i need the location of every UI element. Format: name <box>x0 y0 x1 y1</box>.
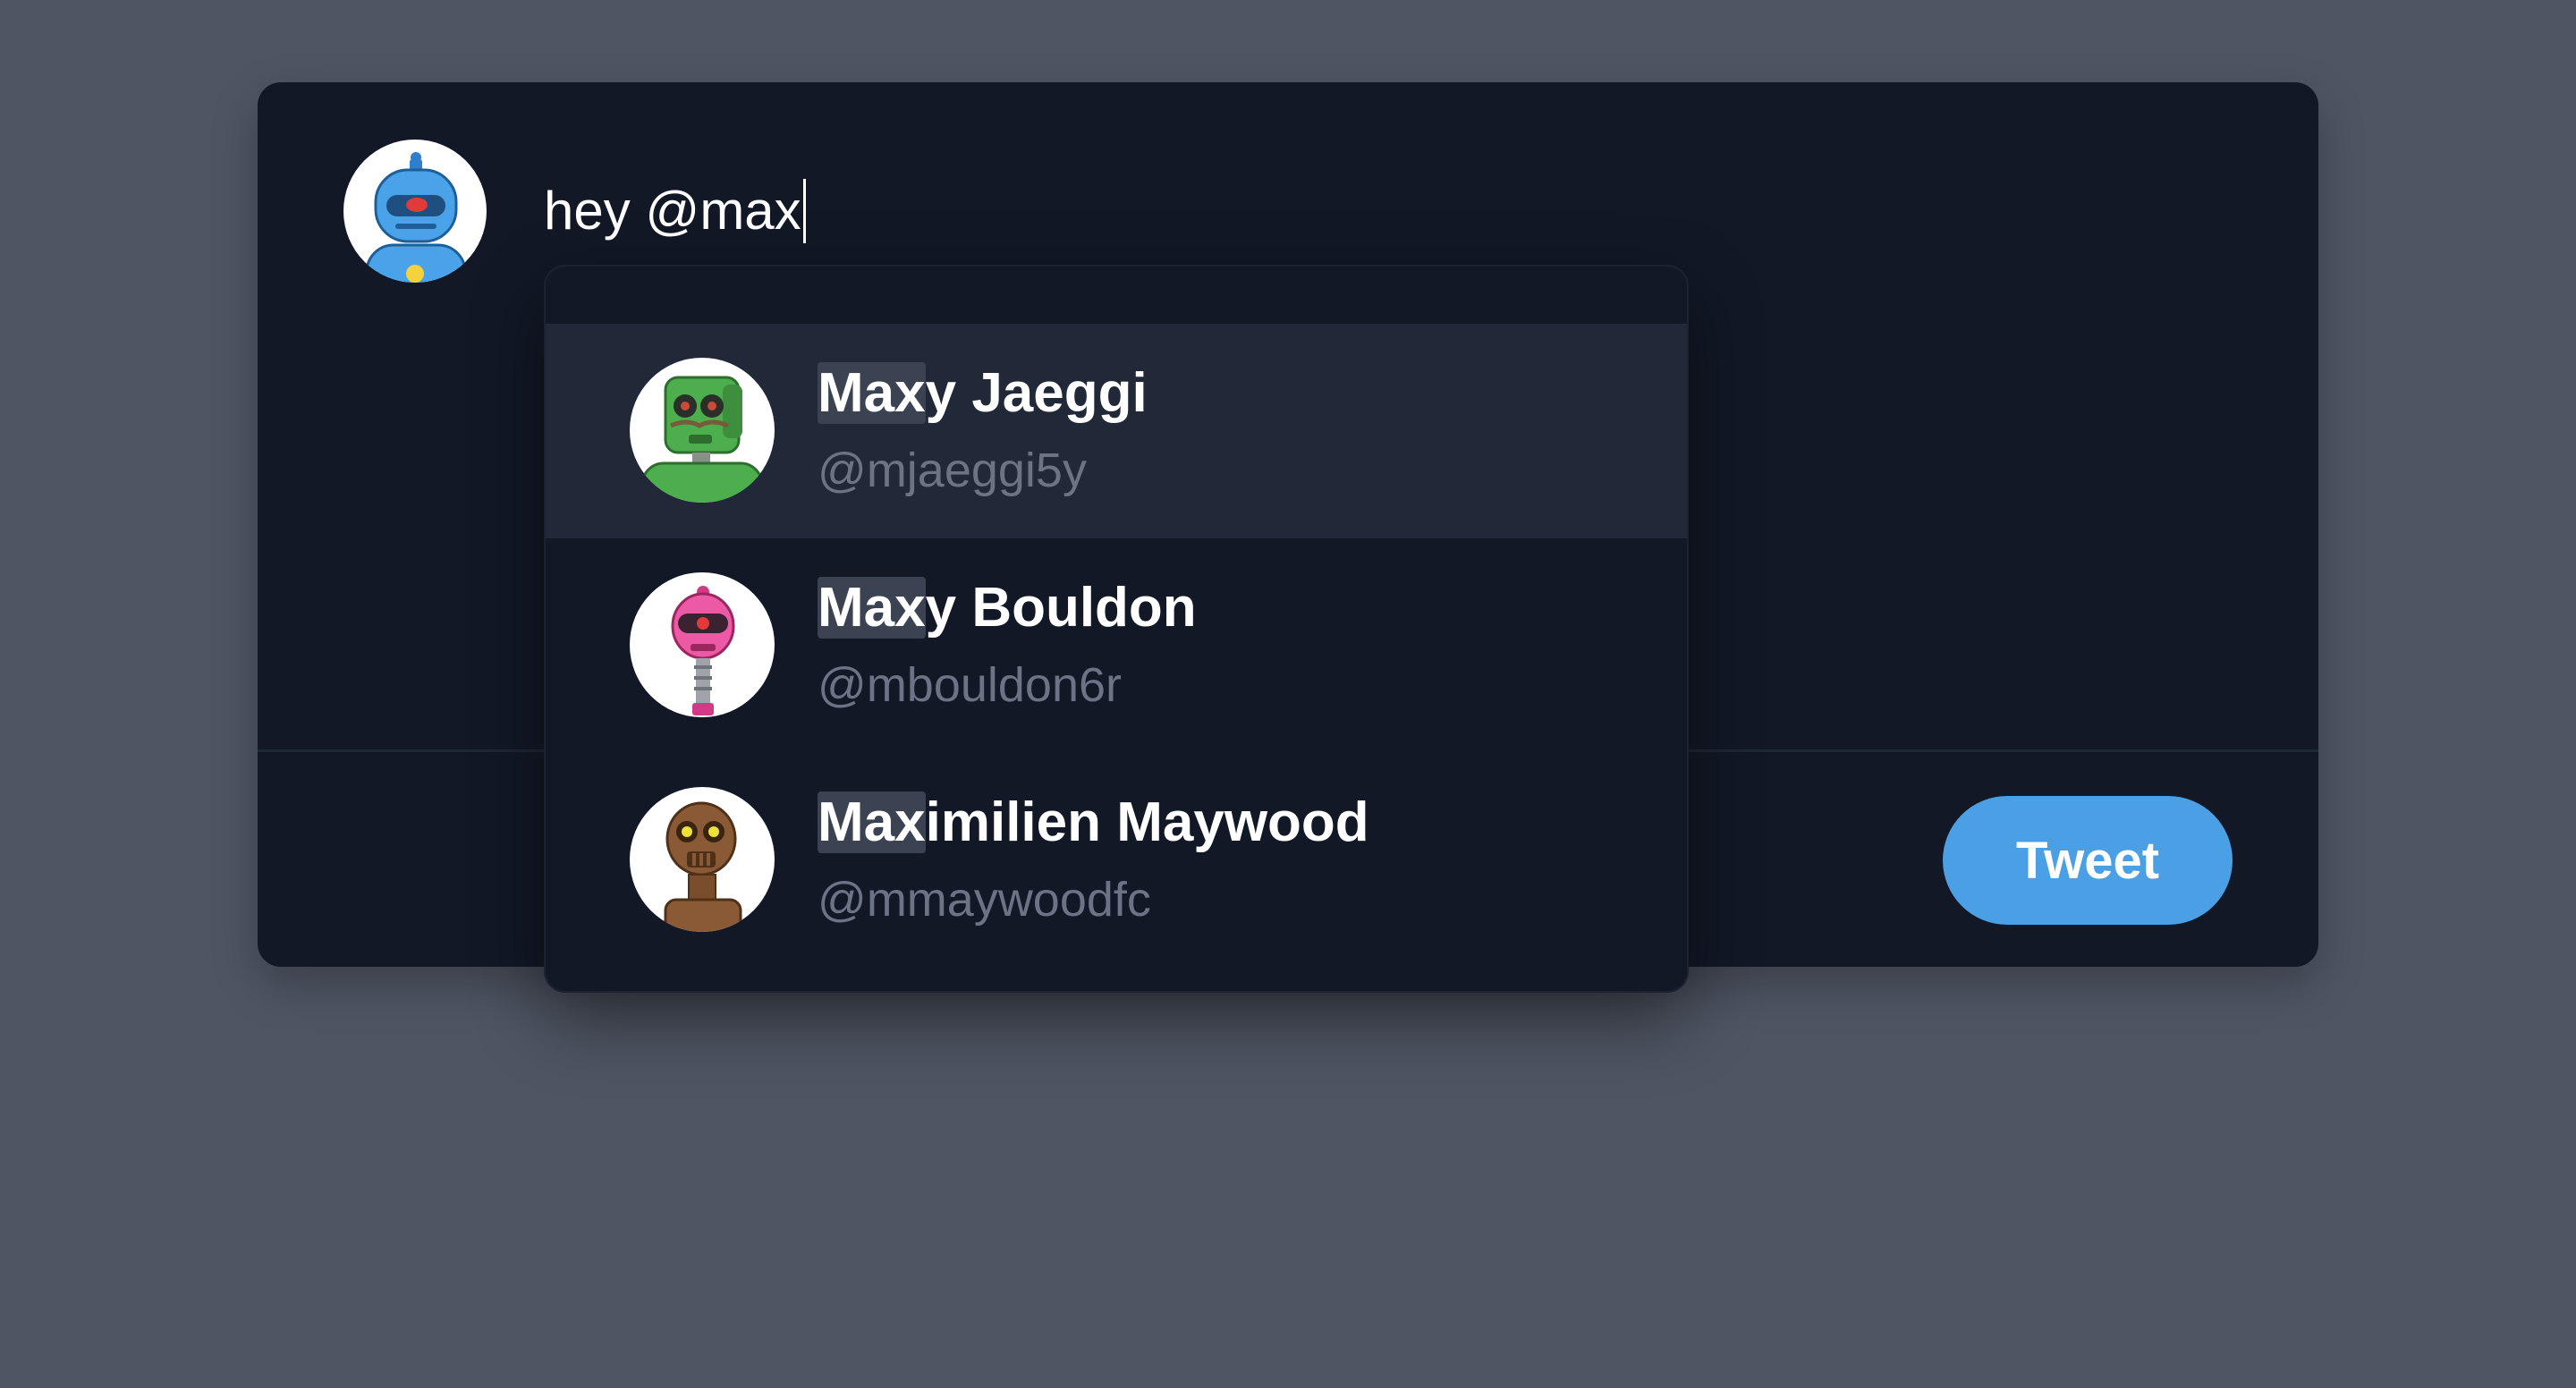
tweet-button[interactable]: Tweet <box>1943 796 2233 925</box>
name-rest: y Jaeggi <box>925 362 1148 424</box>
avatar <box>630 787 775 932</box>
mention-suggestion-item[interactable]: Maxy Bouldon @mbouldon6r <box>546 538 1687 753</box>
suggestion-handle: @mmaywoodfc <box>818 873 1151 927</box>
name-match-highlight: Max <box>818 577 926 639</box>
name-rest: imilien Maywood <box>925 791 1369 853</box>
brown-robot-avatar-icon <box>664 801 742 932</box>
suggestion-name: Maxy Jaeggi <box>818 361 1148 426</box>
avatar <box>630 572 775 717</box>
text-caret <box>802 179 806 243</box>
name-rest: y Bouldon <box>925 577 1197 639</box>
avatar <box>630 358 775 503</box>
avatar <box>343 140 487 283</box>
suggestion-handle: @mbouldon6r <box>818 658 1123 712</box>
suggestion-name: Maximilien Maywood <box>818 791 1369 855</box>
mention-suggestion-item[interactable]: Maximilien Maywood @mmaywoodfc <box>546 753 1687 968</box>
mention-suggestions-dropdown: Maxy Jaeggi @mjaeggi5y Maxy Bouldon @mbo… <box>544 265 1689 993</box>
name-match-highlight: Max <box>818 791 926 853</box>
suggestion-name: Maxy Bouldon <box>818 576 1197 640</box>
pink-robot-avatar-icon <box>671 586 735 715</box>
mention-suggestion-item[interactable]: Maxy Jaeggi @mjaeggi5y <box>546 324 1687 538</box>
blue-robot-avatar-icon <box>365 152 467 283</box>
tweet-input-text: hey @max <box>544 181 801 241</box>
tweet-input[interactable]: hey @max <box>544 175 806 247</box>
suggestion-handle: @mjaeggi5y <box>818 444 1087 497</box>
name-match-highlight: Max <box>818 362 926 424</box>
green-robot-avatar-icon <box>640 376 764 503</box>
